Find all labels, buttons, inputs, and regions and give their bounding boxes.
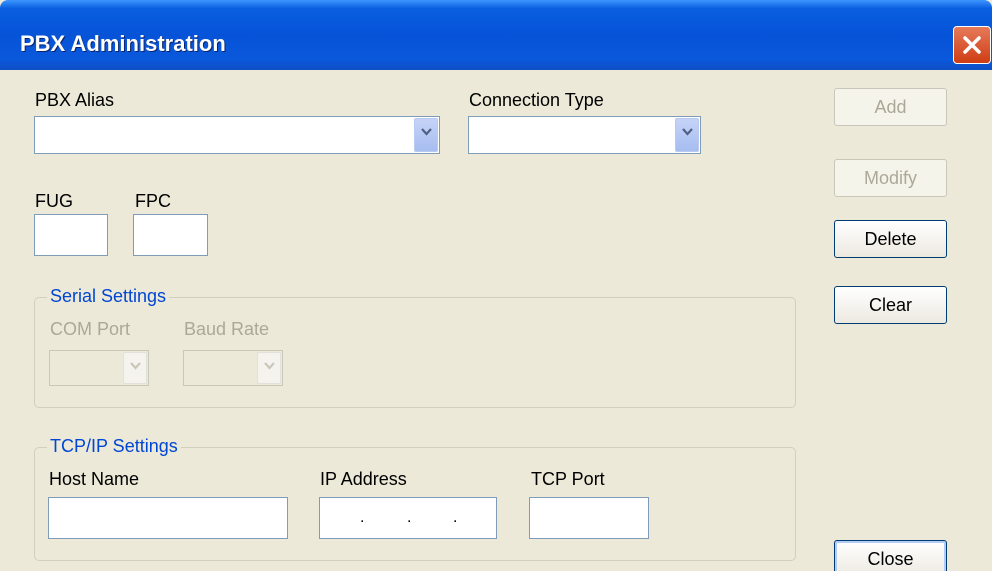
- tcp-port-input[interactable]: [529, 497, 649, 539]
- title-bar[interactable]: PBX Administration: [0, 0, 992, 70]
- fpc-label: FPC: [135, 191, 171, 211]
- connection-type-dropdown-button[interactable]: [675, 118, 699, 152]
- host-name-input[interactable]: [48, 497, 288, 539]
- dialog-body: PBX Alias Connection Type FUG FPC Serial…: [0, 70, 992, 571]
- close-window-button[interactable]: [953, 26, 991, 64]
- fug-input[interactable]: [34, 214, 108, 256]
- clear-button[interactable]: Clear: [834, 286, 947, 324]
- add-button[interactable]: Add: [834, 88, 947, 126]
- close-button[interactable]: Close: [834, 540, 947, 571]
- ip-address-label: IP Address: [320, 469, 407, 489]
- serial-settings-legend: Serial Settings: [47, 286, 170, 307]
- connection-type-label: Connection Type: [469, 90, 604, 110]
- connection-type-combo[interactable]: [468, 116, 701, 154]
- pbx-alias-label: PBX Alias: [35, 90, 115, 110]
- ip-separator: .: [360, 509, 365, 526]
- baud-rate-combo[interactable]: [183, 350, 283, 386]
- com-port-combo[interactable]: [49, 350, 149, 386]
- baud-rate-dropdown-button[interactable]: [257, 352, 281, 384]
- pbx-alias-combo[interactable]: [34, 116, 440, 154]
- window-title: PBX Administration: [20, 31, 226, 56]
- com-port-dropdown-button[interactable]: [123, 352, 147, 384]
- tcpip-settings-legend: TCP/IP Settings: [47, 436, 181, 457]
- pbx-alias-dropdown-button[interactable]: [414, 118, 438, 152]
- modify-button[interactable]: Modify: [834, 159, 947, 197]
- chevron-down-icon: [682, 128, 693, 136]
- delete-button[interactable]: Delete: [834, 220, 947, 258]
- close-icon: [963, 36, 981, 54]
- baud-rate-label: Baud Rate: [184, 319, 270, 339]
- chevron-down-icon: [264, 362, 275, 370]
- chevron-down-icon: [130, 362, 141, 370]
- ip-separator: .: [453, 509, 458, 526]
- ip-address-input[interactable]: . . .: [319, 497, 497, 539]
- pbx-administration-dialog: PBX Administration PBX Alias Connection …: [0, 0, 992, 571]
- host-name-label: Host Name: [49, 469, 140, 489]
- fug-label: FUG: [35, 191, 73, 211]
- com-port-label: COM Port: [50, 319, 131, 339]
- fpc-input[interactable]: [133, 214, 208, 256]
- ip-separator: .: [407, 509, 412, 526]
- tcp-port-label: TCP Port: [531, 469, 605, 489]
- chevron-down-icon: [421, 128, 432, 136]
